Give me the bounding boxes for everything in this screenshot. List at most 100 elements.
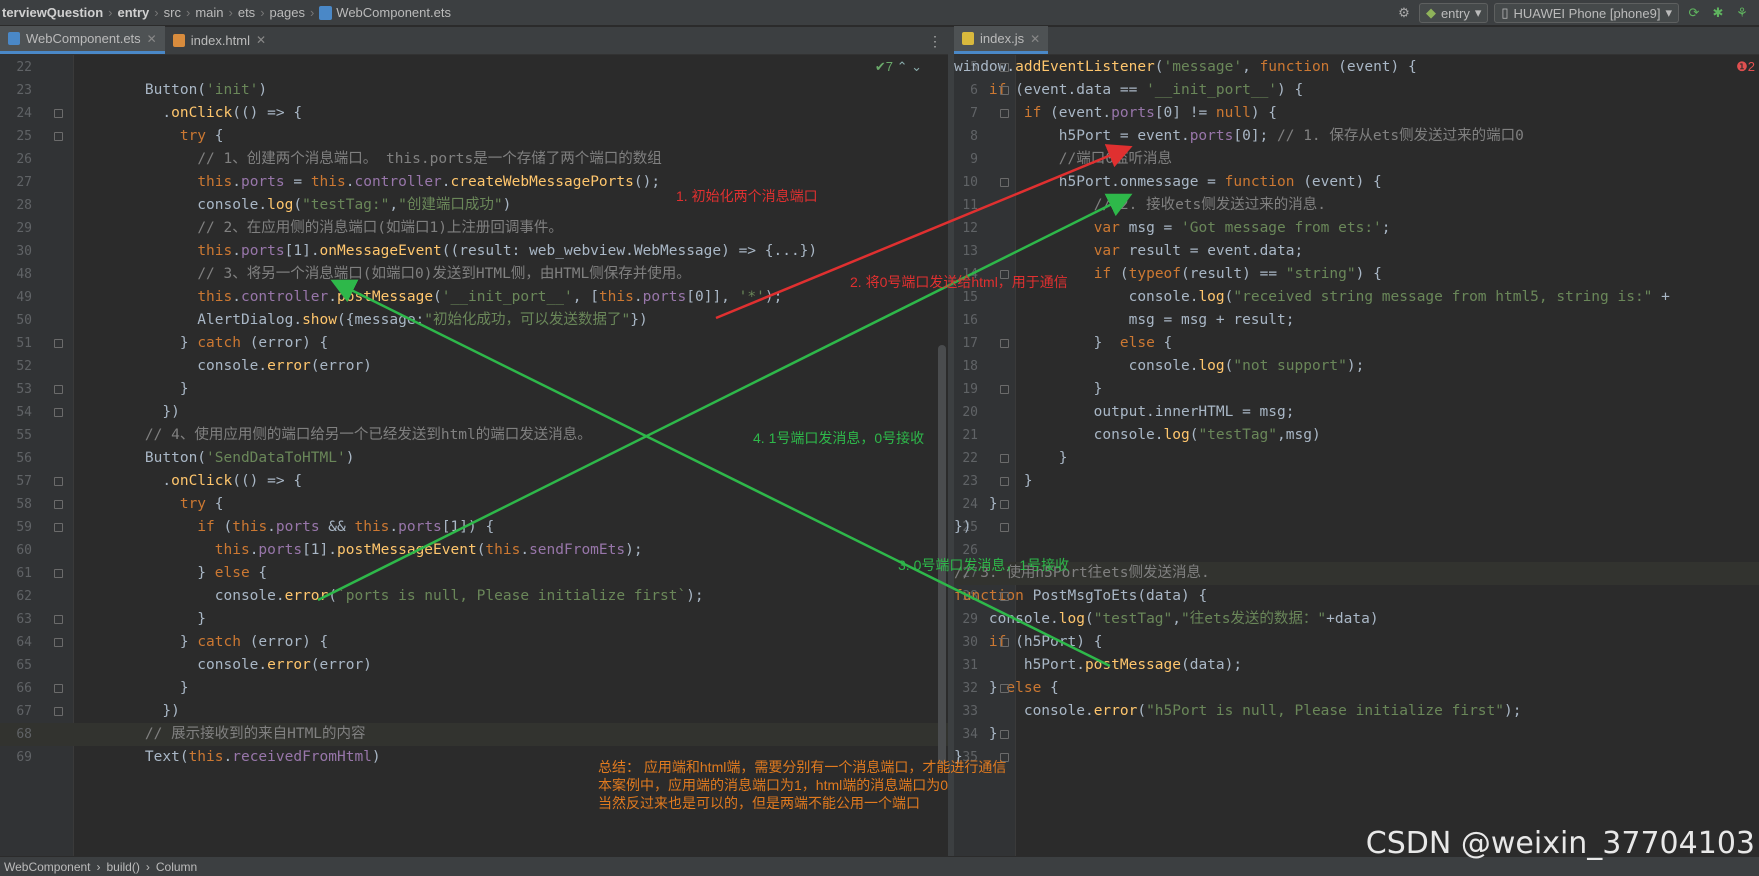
refresh-icon[interactable]: ⟳: [1685, 4, 1703, 22]
fold-marker-icon[interactable]: [1000, 523, 1009, 532]
fold-marker-icon[interactable]: [1000, 454, 1009, 463]
code-line[interactable]: 52 console.error(error): [0, 355, 948, 378]
breadcrumb-file[interactable]: WebComponent.ets: [319, 5, 451, 21]
line-number[interactable]: 56: [0, 447, 32, 470]
line-number[interactable]: 65: [0, 654, 32, 677]
fold-marker-icon[interactable]: [1000, 592, 1009, 601]
line-number[interactable]: 30: [0, 240, 32, 263]
fold-marker-icon[interactable]: [54, 615, 63, 624]
line-number[interactable]: 54: [0, 401, 32, 424]
code-line[interactable]: 19 }: [954, 378, 1759, 401]
line-number[interactable]: 27: [0, 171, 32, 194]
right-editor[interactable]: 5 window.addEventListener('message', func…: [954, 55, 1759, 856]
line-number[interactable]: 26: [0, 148, 32, 171]
code-line[interactable]: 24 .onClick(() => {: [0, 102, 948, 125]
code-line[interactable]: 53 }: [0, 378, 948, 401]
inspection-widget[interactable]: ✔7 ⌃ ⌄: [875, 59, 922, 75]
code-line[interactable]: 65 console.error(error): [0, 654, 948, 677]
code-line[interactable]: 35}: [954, 746, 1759, 769]
profile-icon[interactable]: ⚘: [1733, 4, 1751, 22]
line-number[interactable]: 28: [0, 194, 32, 217]
line-number[interactable]: 61: [0, 562, 32, 585]
breadcrumb-src[interactable]: src: [164, 5, 181, 20]
breadcrumb-ets[interactable]: ets: [238, 5, 255, 20]
code-line[interactable]: 17 } else {: [954, 332, 1759, 355]
fold-marker-icon[interactable]: [1000, 63, 1009, 72]
breadcrumb-module[interactable]: entry: [117, 5, 149, 20]
line-number[interactable]: 62: [0, 585, 32, 608]
fold-marker-icon[interactable]: [54, 638, 63, 647]
tab-index-html[interactable]: index.html ✕: [165, 26, 274, 54]
line-number[interactable]: 52: [0, 355, 32, 378]
code-line[interactable]: 51 } catch (error) {: [0, 332, 948, 355]
tab-webcomponent-ets[interactable]: WebComponent.ets ✕: [0, 26, 165, 54]
code-line[interactable]: 10 h5Port.onmessage = function (event) {: [954, 171, 1759, 194]
breadcrumb-project[interactable]: terviewQuestion: [2, 5, 103, 20]
line-number[interactable]: 57: [0, 470, 32, 493]
module-select[interactable]: ◆ entry ▾: [1418, 3, 1489, 23]
line-number[interactable]: 68: [0, 723, 32, 746]
close-icon[interactable]: ✕: [256, 33, 266, 47]
code-line[interactable]: 54 }): [0, 401, 948, 424]
code-line[interactable]: 16 msg = msg + result;: [954, 309, 1759, 332]
code-line[interactable]: 9 //端口0监听消息: [954, 148, 1759, 171]
fold-marker-icon[interactable]: [1000, 178, 1009, 187]
code-line[interactable]: 7 if (event.ports[0] != null) {: [954, 102, 1759, 125]
line-number[interactable]: 66: [0, 677, 32, 700]
code-line[interactable]: 31 h5Port.postMessage(data);: [954, 654, 1759, 677]
code-line[interactable]: 23 Button('init'): [0, 79, 948, 102]
code-line[interactable]: 29 // 2、在应用侧的消息端口(如端口1)上注册回调事件。: [0, 217, 948, 240]
line-number[interactable]: 64: [0, 631, 32, 654]
breadcrumb-pages[interactable]: pages: [270, 5, 305, 20]
fold-marker-icon[interactable]: [54, 500, 63, 509]
code-line[interactable]: 22: [0, 56, 948, 79]
code-line[interactable]: 56 Button('SendDataToHTML'): [0, 447, 948, 470]
code-line[interactable]: 29 console.log("testTag","往ets发送的数据："+da…: [954, 608, 1759, 631]
code-line[interactable]: 20 output.innerHTML = msg;: [954, 401, 1759, 424]
line-number[interactable]: 58: [0, 493, 32, 516]
error-count-badge[interactable]: ❶2: [1736, 59, 1755, 75]
line-number[interactable]: 29: [0, 217, 32, 240]
fold-marker-icon[interactable]: [54, 109, 63, 118]
code-line[interactable]: 32 } else {: [954, 677, 1759, 700]
fold-marker-icon[interactable]: [1000, 477, 1009, 486]
fold-marker-icon[interactable]: [54, 132, 63, 141]
left-editor[interactable]: 22 23 Button('init') 24 .onClick(() => {25…: [0, 55, 948, 856]
line-number[interactable]: 51: [0, 332, 32, 355]
code-line[interactable]: 49 this.controller.postMessage('__init_p…: [0, 286, 948, 309]
code-line[interactable]: 64 } catch (error) {: [0, 631, 948, 654]
code-line[interactable]: 48 // 3、将另一个消息端口(如端口0)发送到HTML侧，由HTML侧保存并…: [0, 263, 948, 286]
fold-marker-icon[interactable]: [54, 707, 63, 716]
fold-marker-icon[interactable]: [1000, 385, 1009, 394]
code-line[interactable]: 15 console.log("received string message …: [954, 286, 1759, 309]
code-line[interactable]: 5 window.addEventListener('message', func…: [954, 56, 1759, 79]
fold-marker-icon[interactable]: [1000, 638, 1009, 647]
code-line[interactable]: 12 var msg = 'Got message from ets:';: [954, 217, 1759, 240]
code-line[interactable]: 57 .onClick(() => {: [0, 470, 948, 493]
code-line[interactable]: 68 // 展示接收到的来自HTML的内容: [0, 723, 948, 746]
line-number[interactable]: 53: [0, 378, 32, 401]
code-line[interactable]: 67 }): [0, 700, 948, 723]
code-line[interactable]: 25}): [954, 516, 1759, 539]
line-number[interactable]: 63: [0, 608, 32, 631]
code-line[interactable]: 59 if (this.ports && this.ports[1]) {: [0, 516, 948, 539]
fold-marker-icon[interactable]: [1000, 500, 1009, 509]
settings-icon[interactable]: ⚙: [1395, 4, 1413, 22]
breadcrumb-main[interactable]: main: [195, 5, 223, 20]
line-number[interactable]: 22: [0, 56, 32, 79]
code-line[interactable]: 14 if (typeof(result) == "string") {: [954, 263, 1759, 286]
tab-index-js[interactable]: index.js ✕: [954, 26, 1049, 54]
fold-marker-icon[interactable]: [54, 339, 63, 348]
code-line[interactable]: 62 console.error(`ports is null, Please …: [0, 585, 948, 608]
fold-marker-icon[interactable]: [54, 385, 63, 394]
fold-marker-icon[interactable]: [1000, 86, 1009, 95]
fold-marker-icon[interactable]: [54, 569, 63, 578]
code-line[interactable]: 58 try {: [0, 493, 948, 516]
line-number[interactable]: 25: [0, 125, 32, 148]
code-line[interactable]: 23 }: [954, 470, 1759, 493]
code-line[interactable]: 60 this.ports[1].postMessageEvent(this.s…: [0, 539, 948, 562]
status-crumb-build[interactable]: build(): [107, 860, 140, 874]
code-line[interactable]: 66 }: [0, 677, 948, 700]
code-line[interactable]: 30 if (h5Port) {: [954, 631, 1759, 654]
code-line[interactable]: 21 console.log("testTag",msg): [954, 424, 1759, 447]
